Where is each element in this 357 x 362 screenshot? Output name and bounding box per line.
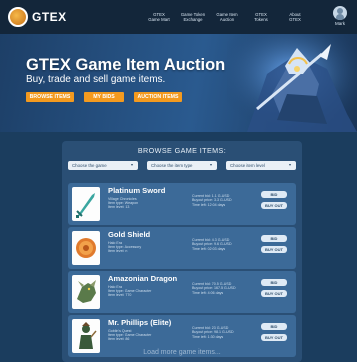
item-level: Item level: 13 bbox=[108, 205, 130, 210]
item-pricing: Current bid: 1.1 G-USD Buyout price: 3.3… bbox=[192, 194, 254, 207]
page-subtitle: Buy, trade and sell game items. bbox=[26, 74, 166, 85]
hero-actions: BROWSE ITEMS MY BIDS AUCTION ITEMS bbox=[26, 92, 192, 102]
item-level: Item level: n bbox=[108, 249, 128, 254]
buy-out-button[interactable]: BUY OUT bbox=[261, 334, 287, 341]
dragon-icon bbox=[77, 280, 96, 303]
item-level: Item level: 770 bbox=[108, 293, 132, 298]
nav-tokens[interactable]: GTEX Tokens bbox=[245, 12, 277, 23]
nav-item-auction[interactable]: Game Item Auction bbox=[211, 12, 243, 23]
list-item[interactable]: Platinum Sword Village Chronicles Item t… bbox=[68, 183, 296, 225]
item-pricing: Current bid: 23 G-USD Buyout price: 98.1… bbox=[192, 326, 254, 339]
shield-icon bbox=[76, 238, 96, 258]
select-value: Choose item level bbox=[230, 163, 265, 168]
hero-banner: GTEX Game Item Auction Buy, trade and se… bbox=[0, 34, 357, 132]
logo-text: GTEX bbox=[32, 10, 67, 24]
nav-label-line2: Auction bbox=[219, 17, 235, 22]
user-name: Mark bbox=[335, 21, 345, 26]
nav-about[interactable]: About GTEX bbox=[279, 12, 311, 23]
sword-icon bbox=[76, 193, 95, 218]
chevron-down-icon: ▾ bbox=[289, 162, 292, 167]
chevron-down-icon: ▾ bbox=[210, 162, 213, 167]
game-select[interactable]: Choose the game ▾ bbox=[68, 161, 138, 170]
item-name[interactable]: Mr. Phillips (Elite) bbox=[108, 318, 171, 327]
nav-token-exchange[interactable]: Game Token Exchange bbox=[177, 12, 209, 23]
chevron-down-icon: ▾ bbox=[131, 162, 134, 167]
auction-items-button[interactable]: AUCTION ITEMS bbox=[134, 92, 182, 102]
browse-panel: BROWSE GAME ITEMS: Choose the game ▾ Choo… bbox=[62, 141, 302, 362]
avatar bbox=[333, 6, 347, 20]
nav-label-line2: Tokens bbox=[254, 17, 268, 22]
item-name[interactable]: Amazonian Dragon bbox=[108, 274, 177, 283]
nav-label-line2: Exchange bbox=[183, 17, 203, 22]
load-more-link[interactable]: Load more game items... bbox=[62, 349, 302, 356]
time-left: Time left: 12:04 days bbox=[192, 202, 226, 207]
item-thumbnail bbox=[72, 319, 100, 353]
item-type-select[interactable]: Choose the item type ▾ bbox=[147, 161, 217, 170]
item-name[interactable]: Gold Shield bbox=[108, 230, 150, 239]
item-thumbnail bbox=[72, 275, 100, 309]
item-description: Village Chronicles Item type: Weapon Ite… bbox=[108, 197, 186, 210]
bid-button[interactable]: BID bbox=[261, 323, 287, 330]
select-value: Choose the item type bbox=[151, 163, 193, 168]
list-item[interactable]: Amazonian Dragon Halo Era Item type: Gam… bbox=[68, 271, 296, 313]
hero-warrior-art bbox=[227, 34, 357, 132]
time-left: Time left: 1:30 days bbox=[192, 334, 224, 339]
item-thumbnail bbox=[72, 187, 100, 221]
logo[interactable]: GTEX bbox=[8, 7, 67, 27]
my-bids-button[interactable]: MY BIDS bbox=[84, 92, 124, 102]
item-pricing: Current bid: 4.3 G-USD Buyout price: 9.6… bbox=[192, 238, 254, 251]
item-description: Goblin's Quest Item type: Game Character… bbox=[108, 329, 186, 342]
select-value: Choose the game bbox=[72, 163, 107, 168]
item-thumbnail bbox=[72, 231, 100, 265]
item-level: Item level: 86 bbox=[108, 337, 130, 342]
bid-button[interactable]: BID bbox=[261, 279, 287, 286]
item-name[interactable]: Platinum Sword bbox=[108, 186, 165, 195]
list-item[interactable]: Gold Shield Halo Era Item type: Accessor… bbox=[68, 227, 296, 269]
nav-game-mart[interactable]: GTEX Game Mart bbox=[143, 12, 175, 23]
nav-label-line2: Game Mart bbox=[148, 17, 170, 22]
buy-out-button[interactable]: BUY OUT bbox=[261, 202, 287, 209]
item-description: Halo Era Item type: Accessory Item level… bbox=[108, 241, 186, 254]
nav-label-line2: GTEX bbox=[289, 17, 301, 22]
logo-mark-icon bbox=[8, 7, 28, 27]
time-left: Time left: 02:03 days bbox=[192, 246, 226, 251]
bid-button[interactable]: BID bbox=[261, 191, 287, 198]
browse-title: BROWSE GAME ITEMS: bbox=[137, 146, 227, 155]
character-icon bbox=[79, 322, 97, 349]
filter-bar: Choose the game ▾ Choose the item type ▾ C… bbox=[68, 161, 296, 170]
buy-out-button[interactable]: BUY OUT bbox=[261, 246, 287, 253]
browse-items-button[interactable]: BROWSE ITEMS bbox=[26, 92, 74, 102]
top-bar: GTEX GTEX Game Mart Game Token Exchange Ga… bbox=[0, 0, 357, 34]
item-level-select[interactable]: Choose item level ▾ bbox=[226, 161, 296, 170]
bid-button[interactable]: BID bbox=[261, 235, 287, 242]
buy-out-button[interactable]: BUY OUT bbox=[261, 290, 287, 297]
main-nav: GTEX Game Mart Game Token Exchange Game It… bbox=[141, 12, 311, 23]
time-left: Time left: 4:06 days bbox=[192, 290, 224, 295]
user-menu[interactable]: Mark bbox=[329, 6, 351, 26]
page-title: GTEX Game Item Auction bbox=[26, 56, 226, 74]
item-pricing: Current bid: 70.5 G-USD Buyout price: 16… bbox=[192, 282, 254, 295]
item-description: Halo Era Item type: Game Character Item … bbox=[108, 285, 186, 298]
